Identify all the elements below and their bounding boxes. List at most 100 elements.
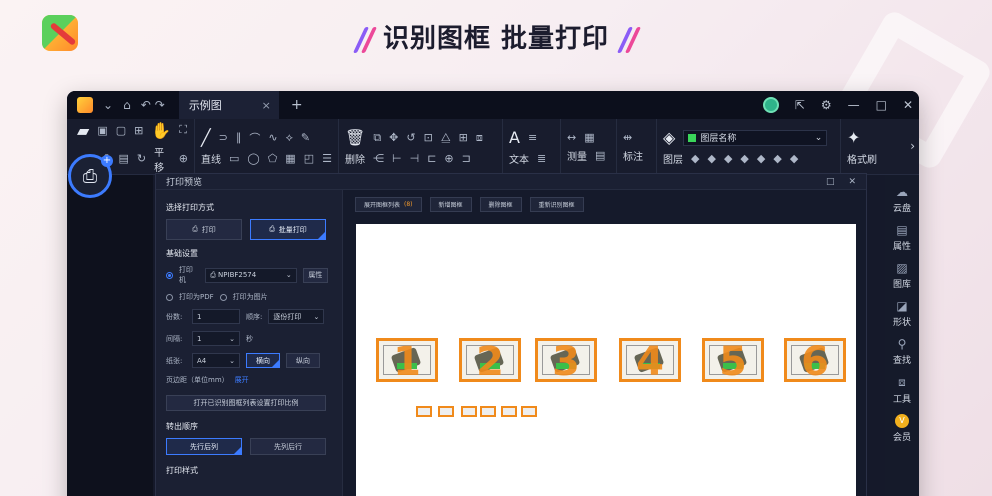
order-select[interactable]: 逐份打印 ⌄: [268, 309, 325, 324]
trim-icon[interactable]: ⋲: [373, 152, 384, 165]
format-brush-icon[interactable]: ✦: [847, 128, 860, 147]
layer-tool-icon[interactable]: ◆: [691, 152, 699, 165]
drawing-frame[interactable]: 1: [376, 338, 438, 382]
printer-select[interactable]: ⎙ NPIBF2574 ⌄: [205, 267, 297, 283]
join-icon[interactable]: ⊏: [427, 152, 436, 165]
print-button[interactable]: ⎙ 打印: [166, 219, 242, 240]
tab-drawing[interactable]: 示例图 ×: [178, 91, 279, 119]
text-icon[interactable]: A: [509, 128, 520, 147]
sidebar-item-properties[interactable]: ▤ 属性: [893, 223, 911, 252]
maximize-button[interactable]: □: [876, 98, 887, 112]
portrait-button[interactable]: 纵向: [286, 353, 320, 368]
polyline-icon[interactable]: ⊃: [219, 131, 228, 144]
scale-icon[interactable]: ⊡: [424, 131, 433, 144]
expand-link[interactable]: 展开: [235, 375, 249, 385]
interval-input[interactable]: 1 ⌄: [192, 331, 240, 346]
refresh-icon[interactable]: ↻: [137, 152, 146, 165]
frame-thumbnail[interactable]: [461, 406, 477, 417]
sidebar-item-toolbox[interactable]: ⧈ 工具: [893, 375, 911, 405]
drawing-frame[interactable]: 3: [535, 338, 597, 382]
row-then-column-button[interactable]: 先行后列: [166, 438, 242, 455]
expand-frame-list-button[interactable]: 展开图框列表 (8): [355, 196, 422, 212]
measure-icon[interactable]: ↔: [567, 131, 576, 144]
home-icon[interactable]: ⌂: [123, 98, 131, 112]
area-icon[interactable]: ▦: [584, 131, 594, 144]
layer-tool-icon[interactable]: ◆: [724, 152, 732, 165]
pdf-radio[interactable]: [166, 293, 173, 301]
batch-print-floating-button[interactable]: ⎙ +: [68, 154, 113, 198]
move-icon[interactable]: ✥: [389, 131, 398, 144]
pdf-icon[interactable]: ▤: [118, 152, 128, 165]
spline-icon[interactable]: ⟡: [286, 131, 293, 145]
rect-icon[interactable]: ▭: [229, 152, 239, 165]
layer-tool-icon[interactable]: ◆: [707, 152, 715, 165]
copy-icon[interactable]: ⧉: [373, 131, 381, 145]
rotate-icon[interactable]: ↺: [406, 131, 415, 144]
saveas-icon[interactable]: ▢: [116, 124, 126, 137]
pan-icon[interactable]: ✋: [151, 121, 171, 140]
sidebar-item-vip[interactable]: V 会员: [893, 414, 911, 443]
close-window-button[interactable]: ✕: [903, 98, 913, 112]
arc-icon[interactable]: ⌒: [249, 130, 260, 146]
paper-select[interactable]: A4 ⌄: [192, 353, 240, 368]
mirror-icon[interactable]: ⧋: [441, 131, 451, 145]
add-frame-button[interactable]: 新增图框: [429, 196, 472, 212]
minimize-button[interactable]: —: [848, 98, 860, 112]
zoom-icon[interactable]: ⊕: [179, 152, 188, 165]
share-icon[interactable]: ⇱: [795, 98, 805, 112]
layer-tool-icon[interactable]: ◆: [773, 152, 781, 165]
sidebar-item-cloud[interactable]: ☁ 云盘: [893, 185, 911, 214]
block-icon[interactable]: ◰: [304, 152, 314, 165]
annotate-icon[interactable]: ⇹: [623, 131, 632, 144]
open-folder-icon[interactable]: ▰: [77, 121, 89, 140]
chevron-down-icon[interactable]: ⌄: [103, 98, 113, 112]
break-icon[interactable]: ⊣: [410, 152, 420, 165]
drawing-frame[interactable]: 5: [702, 338, 764, 382]
avatar[interactable]: [762, 97, 779, 113]
text-style-icon[interactable]: ≣: [537, 152, 546, 165]
list-icon[interactable]: ☰: [322, 152, 332, 165]
app-menu-icon[interactable]: [77, 97, 93, 113]
column-then-row-button[interactable]: 先列后行: [250, 438, 326, 455]
extend-icon[interactable]: ⊢: [392, 152, 402, 165]
settings-icon[interactable]: ⚙: [821, 98, 832, 112]
save-icon[interactable]: ▣: [97, 124, 107, 137]
delete-frame-button[interactable]: 删除图框: [479, 196, 522, 212]
double-line-icon[interactable]: ∥: [236, 131, 242, 144]
frame-thumbnail[interactable]: [438, 406, 454, 417]
reidentify-frame-button[interactable]: 重新识别图框: [529, 196, 584, 212]
curve-icon[interactable]: ∿: [268, 131, 277, 144]
hatch-icon[interactable]: ▦: [285, 152, 295, 165]
sidebar-item-shape[interactable]: ◪ 形状: [893, 299, 911, 328]
layer-tool-icon[interactable]: ◆: [790, 152, 798, 165]
redo-icon[interactable]: ↷: [155, 98, 165, 112]
drawing-frame[interactable]: 4: [619, 338, 681, 382]
table-icon[interactable]: ▤: [595, 149, 605, 162]
maximize-dialog-icon[interactable]: □: [826, 177, 835, 187]
chamfer-icon[interactable]: ⊐: [462, 152, 471, 165]
drawing-frame[interactable]: 6: [784, 338, 846, 382]
batch-print-button[interactable]: ⎙ 批量打印: [250, 219, 326, 240]
frame-thumbnail[interactable]: [480, 406, 496, 417]
fit-icon[interactable]: ⛶: [179, 123, 187, 137]
add-icon[interactable]: ⊞: [134, 124, 143, 137]
offset-icon[interactable]: ⧈: [476, 131, 483, 145]
printer-properties-button[interactable]: 属性: [302, 267, 328, 283]
image-radio[interactable]: [219, 293, 227, 301]
layer-tool-icon[interactable]: ◆: [740, 152, 748, 165]
copies-input[interactable]: 1: [192, 309, 240, 324]
drawing-frame[interactable]: 2: [459, 338, 521, 382]
frame-thumbnail[interactable]: [501, 406, 517, 417]
close-tab-icon[interactable]: ×: [262, 99, 271, 112]
sidebar-item-gallery[interactable]: ▨ 图库: [893, 261, 911, 290]
chevron-right-icon[interactable]: ›: [910, 139, 915, 153]
undo-icon[interactable]: ↶: [141, 98, 151, 112]
frame-thumbnail[interactable]: [416, 406, 432, 417]
text-align-icon[interactable]: ≡: [528, 131, 537, 144]
frame-thumbnail[interactable]: [521, 406, 537, 417]
sidebar-item-find[interactable]: ⚲ 查找: [893, 337, 911, 366]
layer-select[interactable]: 图层名称 ⌄: [683, 129, 828, 146]
printer-radio[interactable]: [166, 271, 173, 279]
explode-icon[interactable]: ⊕: [444, 152, 453, 165]
layer-icon[interactable]: ◈: [663, 128, 675, 147]
